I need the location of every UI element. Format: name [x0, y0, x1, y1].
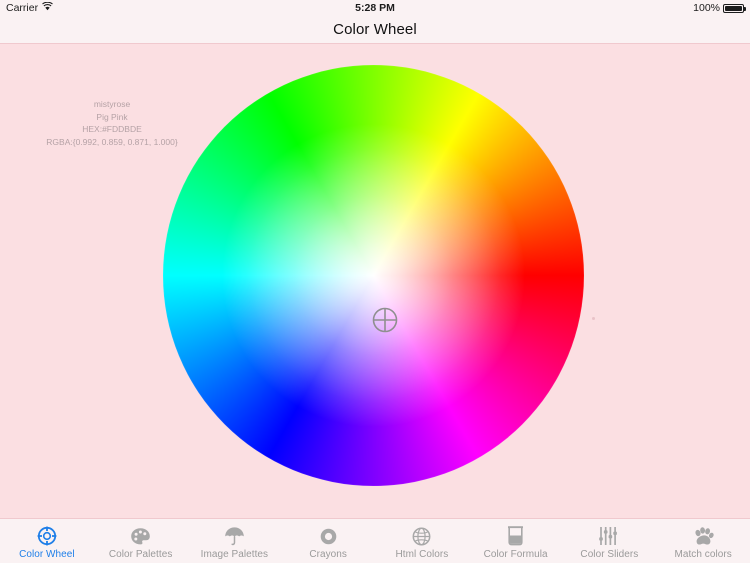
main-content: mistyrose Pig Pink HEX:#FDDBDE RGBA:{0.9… — [0, 45, 750, 518]
status-bar-left: Carrier — [6, 1, 53, 14]
tab-label: Color Formula — [483, 549, 548, 560]
tab-crayons[interactable]: Crayons — [281, 519, 375, 563]
status-bar-clock: 5:28 PM — [355, 2, 395, 14]
tab-label: Html Colors — [395, 549, 449, 560]
tab-bar: Color Wheel Color Palettes Image Palette… — [0, 518, 750, 563]
tab-color-formula[interactable]: Color Formula — [469, 519, 563, 563]
status-bar-right: 100% — [693, 2, 746, 14]
tab-label: Color Wheel — [19, 549, 75, 560]
paw-icon — [691, 525, 715, 547]
tab-label: Image Palettes — [200, 549, 269, 560]
carrier-label: Carrier — [6, 2, 39, 14]
secondary-marker-dot — [592, 317, 595, 320]
color-wheel-gradient[interactable] — [163, 65, 584, 486]
battery-full-icon — [723, 3, 746, 13]
wifi-icon — [42, 1, 53, 14]
color-wheel-icon — [35, 525, 59, 547]
tab-image-palettes[interactable]: Image Palettes — [188, 519, 282, 563]
battery-fill — [725, 5, 742, 11]
umbrella-icon — [222, 525, 246, 547]
tab-label: Color Sliders — [580, 549, 639, 560]
tab-match-colors[interactable]: Match colors — [656, 519, 750, 563]
sliders-icon — [597, 525, 621, 547]
navigation-bar: Color Wheel — [0, 16, 750, 44]
ring-icon — [316, 525, 340, 547]
tab-color-palettes[interactable]: Color Palettes — [94, 519, 188, 563]
tab-label: Match colors — [674, 549, 732, 560]
tab-color-sliders[interactable]: Color Sliders — [563, 519, 657, 563]
palette-icon — [129, 525, 153, 547]
beaker-icon — [504, 525, 528, 547]
tab-html-colors[interactable]: Html Colors — [375, 519, 469, 563]
crosshair-icon[interactable] — [371, 306, 399, 334]
color-wheel[interactable] — [163, 65, 584, 486]
tab-color-wheel[interactable]: Color Wheel — [0, 519, 94, 563]
battery-percent-label: 100% — [693, 2, 720, 14]
status-bar: Carrier 5:28 PM 100% — [0, 0, 750, 16]
tab-label: Crayons — [309, 549, 347, 560]
globe-icon — [410, 525, 434, 547]
tab-label: Color Palettes — [108, 549, 173, 560]
page-title: Color Wheel — [333, 21, 417, 38]
app-window: Carrier 5:28 PM 100% Color Wheel mistyro… — [0, 0, 750, 563]
